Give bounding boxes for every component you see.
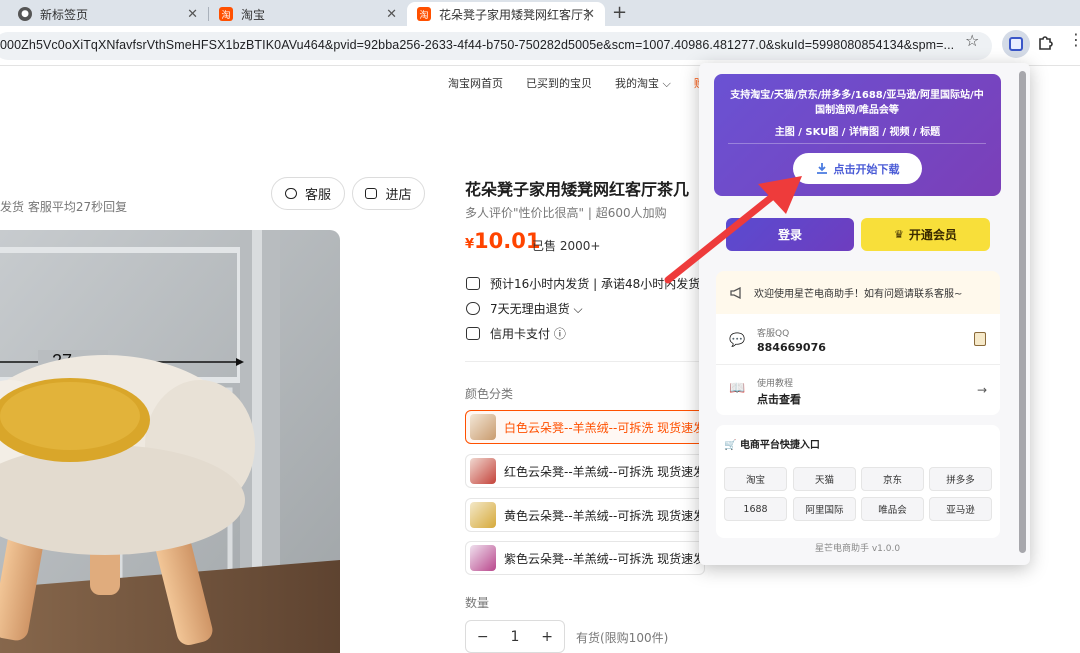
taobao-icon: 淘 [219,7,233,21]
crown-icon: ♛ [894,228,904,241]
new-tab-icon[interactable]: + [612,2,627,23]
hero-content-types: 主图 / SKU图 / 详情图 / 视频 / 标题 [774,127,941,138]
color-label: 颜色分类 [465,387,514,401]
tutorial-value: 点击查看 [757,393,801,406]
chrome-icon: ● [18,7,32,21]
divider [465,361,705,362]
platform-vip[interactable]: 唯品会 [861,497,924,521]
card-icon [466,327,480,340]
book-icon: 📖 [729,381,746,396]
hero-platforms-text: 支持淘宝/天猫/京东/拼多多/1688/亚马逊/阿里国际站/中国制造网/唯品会等 [730,90,984,116]
tab-title: 淘宝 [241,7,266,22]
popup-scrollbar[interactable] [1019,71,1026,553]
arrow-right-icon[interactable]: → [977,383,987,397]
qq-value: 884669076 [757,341,826,354]
cart-icon: 🛒 [724,440,737,451]
tab-product[interactable]: 淘 花朵凳子家用矮凳网红客厅茶几 ✕ [407,2,605,26]
truck-icon [466,277,480,290]
platform-tmall[interactable]: 天猫 [793,467,856,491]
return-text: 7天无理由退货 ⌵ [490,302,583,316]
sold-count: 已售 2000+ [532,239,601,253]
shop-info: 发货 客服平均27秒回复 [0,200,128,214]
hero-divider [728,143,986,144]
option-label: 紫色云朵凳--羊羔绒--可拆洗 现货速发 [504,551,705,566]
chat-icon: 💬 [729,333,746,348]
vip-label: 开通会员 [908,228,957,242]
store-label: 进店 [385,188,412,203]
option-yellow[interactable]: 黄色云朵凳--羊羔绒--可拆洗 现货速发 [465,498,705,532]
platform-taobao[interactable]: 淘宝 [724,467,787,491]
tab-title: 新标签页 [40,7,89,22]
qq-label: 客服QQ [757,329,790,339]
xingmang-extension-icon [1009,37,1023,51]
option-thumb [470,502,496,528]
close-tab-icon[interactable]: ✕ [584,7,595,22]
extension-button[interactable] [1002,30,1030,58]
platforms-title: 🛒 电商平台快捷入口 [724,436,820,451]
price-currency: ¥ [465,237,475,252]
platform-pinduoduo[interactable]: 拼多多 [929,467,992,491]
option-purple[interactable]: 紫色云朵凳--羊羔绒--可拆洗 现货速发 [465,541,705,575]
nav-home[interactable]: 淘宝网首页 [448,75,503,91]
service-icon [284,188,297,199]
close-tab-icon[interactable]: ✕ [386,7,397,22]
url-field[interactable]: 000Zh5Vc0oXiTqXNfavfsrVthSmeHFSX1bzBTIK0… [0,32,992,60]
version-text: 星芒电商助手 v1.0.0 [814,544,901,554]
tab-taobao[interactable]: 淘 淘宝 ✕ [209,2,407,26]
annotation-arrow [664,176,802,284]
service-label: 客服 [304,188,331,203]
quantity-stepper[interactable]: − 1 + [465,620,565,653]
option-label: 红色云朵凳--羊羔绒--可拆洗 现货速发 [504,464,705,479]
address-bar: 000Zh5Vc0oXiTqXNfavfsrVthSmeHFSX1bzBTIK0… [0,26,1080,66]
store-icon [365,188,378,199]
nav-bought[interactable]: 已买到的宝贝 [526,75,592,91]
return-policy[interactable]: 7天无理由退货 ⌵ [466,300,583,317]
url-text: 000Zh5Vc0oXiTqXNfavfsrVthSmeHFSX1bzBTIK0… [0,38,955,52]
product-photo[interactable]: 27cm [0,230,340,653]
stock-info: 有货(限购100件) [576,631,669,645]
option-thumb [470,545,496,571]
option-red[interactable]: 红色云朵凳--羊羔绒--可拆洗 现货速发 [465,454,705,488]
minus-icon[interactable]: − [477,629,489,645]
close-tab-icon[interactable]: ✕ [187,7,198,22]
tab-title: 花朵凳子家用矮凳网红客厅茶几 [439,7,589,22]
enter-store-button[interactable]: 进店 [352,177,425,210]
option-thumb [470,414,496,440]
copy-icon[interactable] [974,332,986,346]
qq-row[interactable] [716,314,1000,365]
return-icon [466,302,480,315]
platform-amazon[interactable]: 亚马逊 [929,497,992,521]
bookmark-star-icon[interactable]: ☆ [965,31,979,50]
plus-icon[interactable]: + [541,629,553,645]
price-value: 10.01 [474,229,541,253]
customer-service-button[interactable]: 客服 [271,177,345,210]
option-white[interactable]: 白色云朵凳--羊羔绒--可拆洗 现货速发 [465,410,705,444]
price: ¥10.01 [465,229,540,253]
taobao-icon: 淘 [417,7,431,21]
option-label: 白色云朵凳--羊羔绒--可拆洗 现货速发 [504,420,705,435]
option-thumb [470,458,496,484]
site-nav: 淘宝网首页 已买到的宝贝 我的淘宝 ⌵ 购物 [448,75,739,91]
platform-alibaba-intl[interactable]: 阿里国际 [793,497,856,521]
extensions-puzzle-icon[interactable] [1037,33,1055,51]
credit-text: 信用卡支付 ⓘ [490,327,566,341]
download-label: 点击开始下载 [833,162,900,176]
tutorial-label: 使用教程 [757,379,794,389]
credit-card-info: 信用卡支付 ⓘ [466,325,566,342]
platform-1688[interactable]: 1688 [724,497,787,521]
menu-icon[interactable]: ⋮ [1068,30,1080,49]
platforms-title-text: 电商平台快捷入口 [739,440,820,451]
platform-jd[interactable]: 京东 [861,467,924,491]
tab-new-tab[interactable]: ● 新标签页 ✕ [8,2,208,26]
quantity-value[interactable]: 1 [511,629,520,645]
nav-my-taobao[interactable]: 我的淘宝 ⌵ [615,75,671,91]
quantity-label: 数量 [465,596,490,610]
tutorial-row[interactable] [716,365,1000,415]
open-vip-button[interactable]: ♛ 开通会员 [861,218,990,251]
product-subtitle: 多人评价"性价比很高" | 超600人加购 [465,206,667,220]
tab-strip: ● 新标签页 ✕ 淘 淘宝 ✕ 淘 花朵凳子家用矮凳网红客厅茶几 ✕ + [0,0,1080,26]
option-label: 黄色云朵凳--羊羔绒--可拆洗 现货速发 [504,508,705,523]
